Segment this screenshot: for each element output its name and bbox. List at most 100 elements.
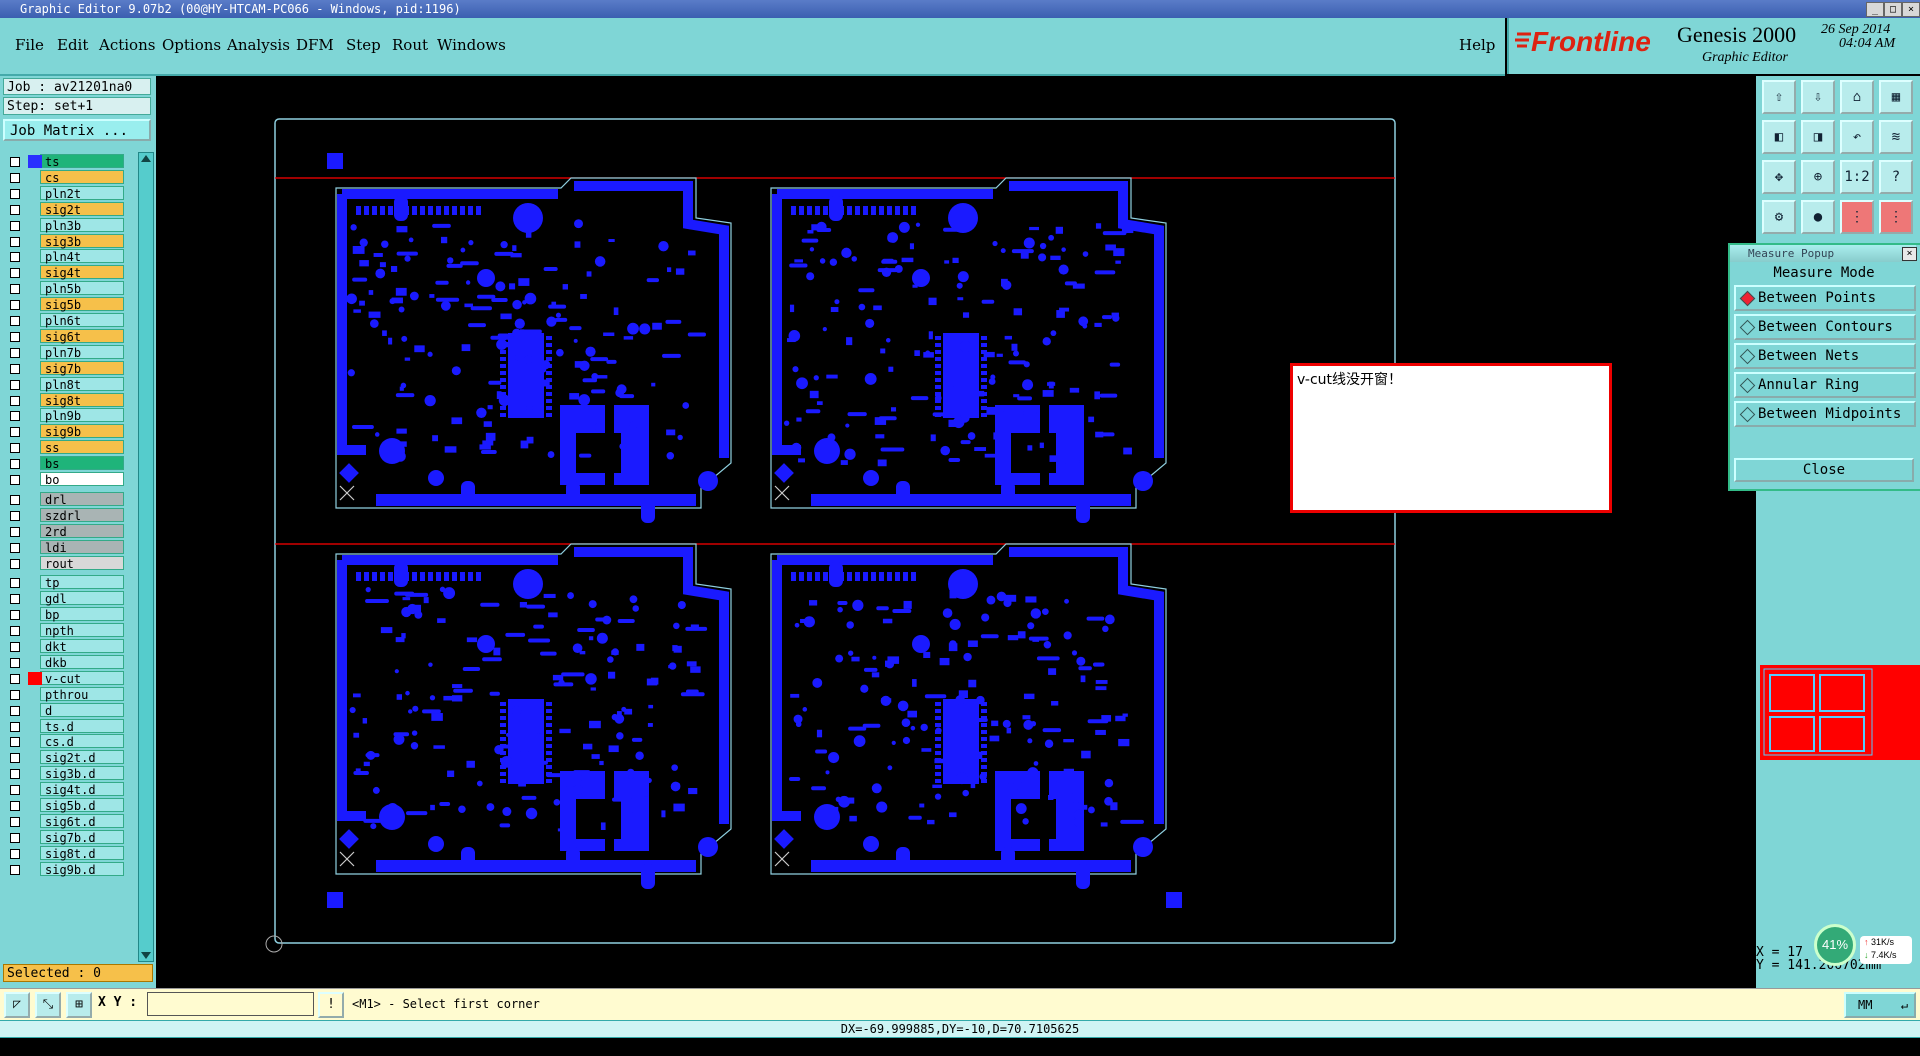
- layer-name[interactable]: rout: [40, 555, 124, 571]
- layer-row-pln6t[interactable]: pln6t: [4, 313, 124, 328]
- layer-name[interactable]: dkt: [40, 639, 124, 654]
- layer-checkbox[interactable]: [10, 172, 20, 183]
- layer-checkbox[interactable]: [10, 594, 20, 605]
- layer-row-bs[interactable]: bs: [4, 456, 124, 471]
- job-matrix-button[interactable]: Job Matrix ...: [3, 119, 151, 141]
- zoom-out-icon[interactable]: ⇩: [1801, 80, 1835, 114]
- layer-row-drl[interactable]: drl: [4, 491, 124, 507]
- layer-checkbox[interactable]: [10, 411, 20, 422]
- layer-row-pln3b[interactable]: pln3b: [4, 217, 124, 233]
- layer-row-pln5b[interactable]: pln5b: [4, 281, 124, 296]
- layer-row-gdl[interactable]: gdl: [4, 591, 124, 606]
- help-icon[interactable]: ?: [1879, 160, 1913, 194]
- layer-name[interactable]: v-cut: [40, 670, 124, 686]
- menu-analysis[interactable]: Analysis: [227, 36, 290, 54]
- layer-checkbox[interactable]: [10, 300, 20, 311]
- layer-row-pthrou[interactable]: pthrou: [4, 686, 124, 702]
- layer-name[interactable]: sig9b.d: [40, 861, 124, 877]
- select-mode-icon[interactable]: ◸: [4, 992, 30, 1018]
- menu-file[interactable]: File: [15, 36, 44, 54]
- menu-dfm[interactable]: DFM: [296, 36, 334, 54]
- layer-row-ts[interactable]: ts: [4, 154, 124, 169]
- layer-row-dkt[interactable]: dkt: [4, 639, 124, 654]
- scale-icon[interactable]: 1:2: [1840, 160, 1874, 194]
- layer-row-pln8t[interactable]: pln8t: [4, 376, 124, 392]
- option-between-nets[interactable]: Between Nets: [1734, 343, 1916, 369]
- maximize-button[interactable]: □: [1884, 2, 1902, 17]
- layer-name[interactable]: bo: [40, 472, 124, 487]
- measure-popup-title[interactable]: Measure Popup: [1730, 245, 1916, 262]
- layer-checkbox[interactable]: [10, 558, 20, 569]
- layer-checkbox[interactable]: [10, 642, 20, 652]
- layer-row-pln7b[interactable]: pln7b: [4, 344, 124, 360]
- layer-checkbox[interactable]: [10, 832, 20, 843]
- layer-name[interactable]: sig7b.d: [40, 829, 124, 845]
- layer-name[interactable]: sig2t.d: [40, 750, 124, 765]
- layer-row-sig3b.d[interactable]: sig3b.d: [4, 766, 124, 781]
- layer-row-tp[interactable]: tp: [4, 575, 124, 590]
- grid-mode-icon[interactable]: ⊞: [66, 992, 92, 1018]
- layer-name[interactable]: sig3b.d: [40, 766, 124, 781]
- layer-row-d[interactable]: d: [4, 702, 124, 718]
- layer-checkbox[interactable]: [10, 673, 20, 684]
- layer-checkbox[interactable]: [10, 753, 20, 764]
- layer-row-sig2t.d[interactable]: sig2t.d: [4, 750, 124, 765]
- layer-name[interactable]: pln4t: [40, 249, 124, 264]
- layer-row-ts.d[interactable]: ts.d: [4, 718, 124, 734]
- layer-row-sig5b[interactable]: sig5b: [4, 297, 124, 312]
- layer-name[interactable]: sig8t.d: [40, 845, 124, 861]
- menu-help[interactable]: Help: [1459, 36, 1495, 54]
- layer-checkbox[interactable]: [10, 236, 20, 247]
- option-between-points[interactable]: Between Points: [1734, 285, 1916, 311]
- layer-row-cs[interactable]: cs: [4, 169, 124, 185]
- layer-checkbox[interactable]: [10, 657, 20, 668]
- layer-row-ldi[interactable]: ldi: [4, 539, 124, 555]
- layer-name[interactable]: ss: [40, 440, 124, 455]
- layer-checkbox[interactable]: [10, 427, 20, 438]
- layer-checkbox[interactable]: [10, 610, 20, 621]
- layer-checkbox[interactable]: [10, 157, 20, 167]
- measure-icon[interactable]: ●: [1801, 200, 1835, 234]
- layer-row-bo[interactable]: bo: [4, 472, 124, 487]
- layer-name[interactable]: sig6t: [40, 328, 124, 344]
- menu-windows[interactable]: Windows: [437, 36, 506, 54]
- layer-name[interactable]: pthrou: [40, 686, 124, 702]
- home-icon[interactable]: ⌂: [1840, 80, 1874, 114]
- graphic-canvas[interactable]: [160, 76, 1754, 988]
- option-between-contours[interactable]: Between Contours: [1734, 314, 1916, 340]
- layer-name[interactable]: cs.d: [40, 734, 124, 749]
- overview-minimap[interactable]: [1760, 665, 1920, 760]
- scroll-up-icon[interactable]: [141, 155, 151, 162]
- layer-checkbox[interactable]: [10, 379, 20, 390]
- layer-row-sig6t.d[interactable]: sig6t.d: [4, 813, 124, 829]
- layer-row-npth[interactable]: npth: [4, 623, 124, 638]
- layer-checkbox[interactable]: [10, 542, 20, 553]
- layer-checkbox[interactable]: [10, 475, 20, 485]
- layer-name[interactable]: sig4t.d: [40, 782, 124, 797]
- layer-row-sig9b[interactable]: sig9b: [4, 424, 124, 439]
- layer-row-sig4t[interactable]: sig4t: [4, 265, 124, 280]
- pcb-panel-drawing[interactable]: [160, 76, 1754, 988]
- layer-checkbox[interactable]: [10, 721, 20, 732]
- layer-name[interactable]: pln2t: [40, 185, 124, 201]
- layer-checkbox[interactable]: [10, 443, 20, 454]
- layer-checkbox[interactable]: [10, 363, 20, 374]
- layer-name[interactable]: npth: [40, 623, 124, 638]
- layer-name[interactable]: drl: [40, 491, 124, 507]
- layer-name[interactable]: d: [40, 702, 124, 718]
- menu-rout[interactable]: Rout: [392, 36, 428, 54]
- layer-row-2rd[interactable]: 2rd: [4, 523, 124, 539]
- layer-row-ss[interactable]: ss: [4, 440, 124, 455]
- center-icon[interactable]: ⊕: [1801, 160, 1835, 194]
- layer-row-cs.d[interactable]: cs.d: [4, 734, 124, 749]
- layer-name[interactable]: pln3b: [40, 217, 124, 233]
- layer-row-sig6t[interactable]: sig6t: [4, 328, 124, 344]
- layer-row-dkb[interactable]: dkb: [4, 654, 124, 670]
- layer-name[interactable]: pln6t: [40, 313, 124, 328]
- layer-name[interactable]: gdl: [40, 591, 124, 606]
- menu-edit[interactable]: Edit: [57, 36, 88, 54]
- layer-row-pln9b[interactable]: pln9b: [4, 408, 124, 423]
- layer-row-sig4t.d[interactable]: sig4t.d: [4, 782, 124, 797]
- layer-checkbox[interactable]: [10, 347, 20, 358]
- menu-step[interactable]: Step: [346, 36, 381, 54]
